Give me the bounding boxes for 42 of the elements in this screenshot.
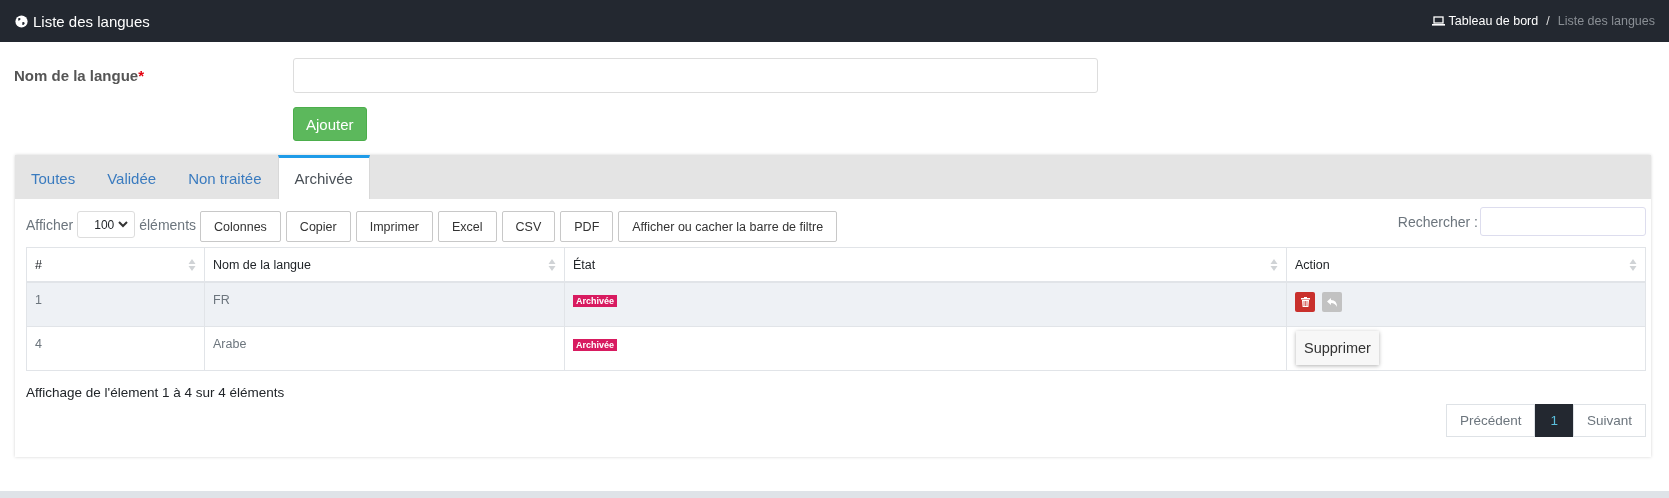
status-badge: Archivée (573, 295, 618, 307)
export-button[interactable]: Excel (438, 211, 497, 242)
export-button[interactable]: Colonnes (200, 211, 281, 242)
sort-icon (1270, 257, 1278, 272)
page-button[interactable]: 1 (1535, 404, 1573, 437)
tooltip: Supprimer (1296, 331, 1379, 365)
sort-icon (548, 257, 556, 272)
tab[interactable]: Non traitée (172, 157, 278, 199)
search-field[interactable] (1480, 207, 1646, 236)
globe-icon (15, 14, 28, 28)
chevron-icon (118, 221, 129, 228)
table-cell: FR (204, 282, 565, 327)
trash-icon (1300, 297, 1310, 307)
export-button[interactable]: Copier (285, 211, 351, 242)
length-suffix: éléments (139, 216, 197, 233)
export-button[interactable]: CSV (501, 211, 556, 242)
breadcrumb-separator: / (1546, 14, 1550, 28)
delete-button[interactable] (1295, 292, 1315, 312)
table-cell: 4 (26, 326, 205, 371)
table-cell: 1 (26, 282, 205, 327)
breadcrumb-link[interactable]: Tableau de bord (1431, 14, 1539, 28)
undo-icon (1326, 297, 1338, 307)
laptop-icon (1431, 16, 1445, 26)
export-button[interactable]: Afficher ou cacher la barre de filtre (618, 211, 838, 242)
field-label: Nom de la langue* (14, 67, 146, 84)
language-name-field[interactable] (293, 58, 1098, 93)
next-page-button[interactable]: Suivant (1572, 404, 1646, 437)
breadcrumb-current: Liste des langues (1557, 14, 1655, 28)
page-title: Liste des langues (33, 12, 150, 30)
page-length-select[interactable]: 100 (77, 211, 136, 238)
export-button[interactable]: Imprimer (355, 211, 433, 242)
tab[interactable]: Archivée (277, 155, 370, 199)
sort-icon (188, 257, 196, 272)
tab[interactable]: Validée (91, 157, 173, 199)
table-info: Affichage de l'élement 1 à 4 sur 4 éléments (26, 385, 286, 400)
previous-page-button[interactable]: Précédent (1445, 404, 1536, 437)
table-cell: Arabe (204, 326, 565, 371)
status-badge: Archivée (573, 339, 618, 351)
sort-icon (1629, 257, 1637, 272)
export-button[interactable]: PDF (560, 211, 614, 242)
search-label: Rechercher : (1397, 213, 1478, 230)
length-label: Afficher (26, 216, 74, 233)
